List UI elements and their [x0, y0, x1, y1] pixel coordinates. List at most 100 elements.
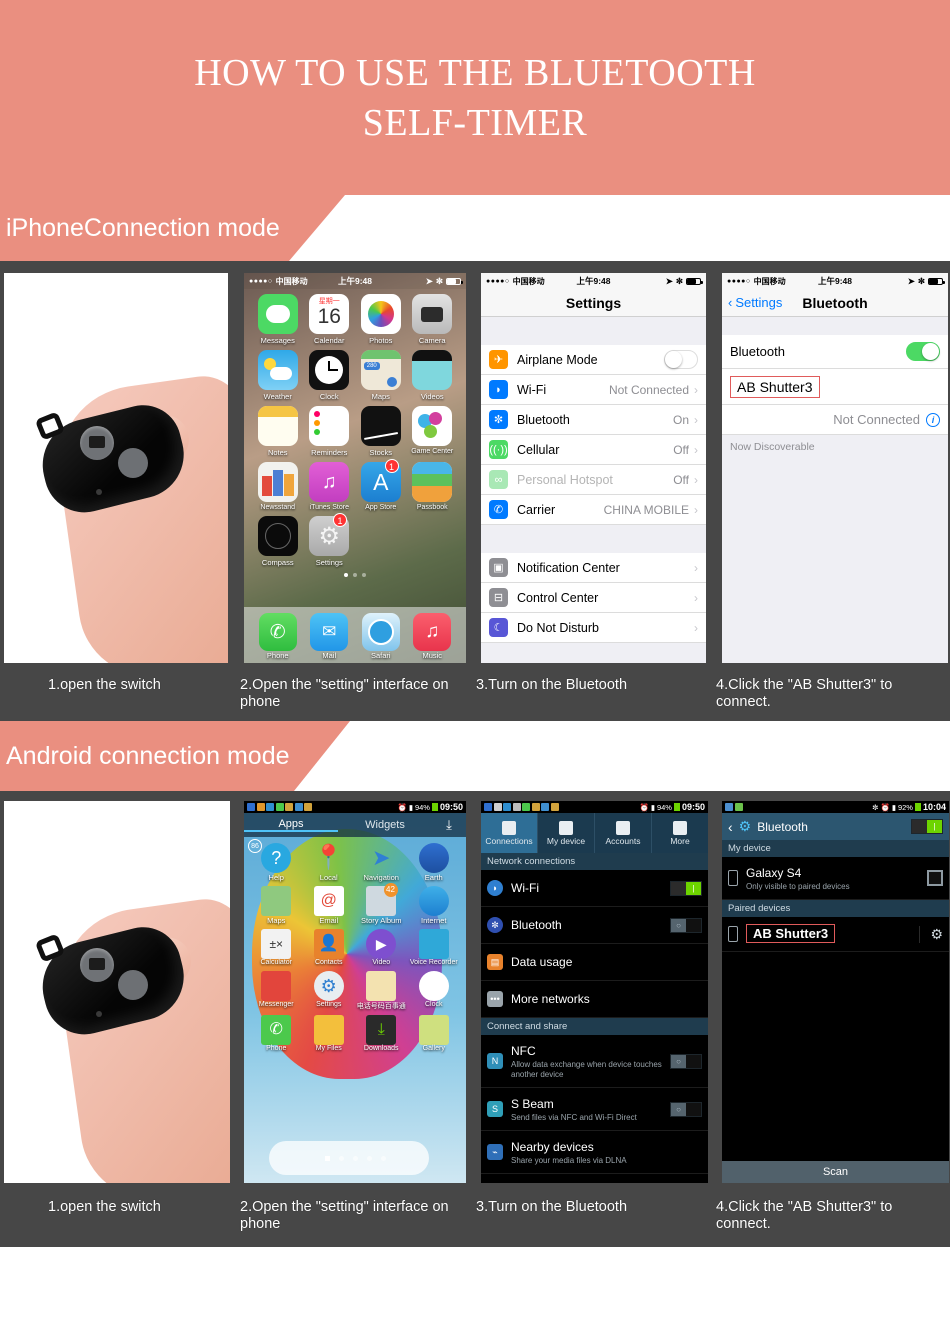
app-icon-contacts[interactable]: 👤 Contacts: [303, 929, 356, 967]
settings-row-airplane-mode[interactable]: ✈ Airplane Mode: [481, 345, 706, 375]
app-icon-maps[interactable]: 280 Maps: [355, 350, 407, 401]
settings-row-nfc[interactable]: N NFC Allow data exchange when device to…: [481, 1035, 708, 1088]
app-icon-video[interactable]: ▶ Video: [355, 929, 408, 967]
app-icon-clock[interactable]: Clock: [408, 971, 461, 1011]
app-icon-compass[interactable]: Compass: [252, 516, 304, 567]
ios-bluetooth-screen[interactable]: ●●●●○ 中国移动 上午9:48 ➤ ✼ ‹ Settings Bluetoo…: [722, 273, 948, 663]
app-icon-photos[interactable]: Photos: [355, 294, 407, 345]
page-title: HOW TO USE THE BLUETOOTH SELF-TIMER: [125, 48, 825, 148]
dock-icon-safari[interactable]: Safari: [355, 613, 407, 663]
app-icon-gallery[interactable]: Gallery: [408, 1015, 461, 1052]
settings-row-s-beam[interactable]: S S Beam Send files via NFC and Wi-Fi Di…: [481, 1088, 708, 1131]
app-icon-calendar[interactable]: 星期一 16 Calendar: [304, 294, 356, 345]
settings-row-bluetooth[interactable]: ✼ Bluetooth On ›: [481, 405, 706, 435]
app-label: Calculator: [260, 959, 292, 966]
android-bluetooth-screen[interactable]: ✼ ⏰ ▮ 92% 10:04 ‹ ⚙ Bluetooth | My devic…: [722, 801, 949, 1183]
settings-row-control-center[interactable]: ⊟ Control Center ›: [481, 583, 706, 613]
download-icon[interactable]: ⤓: [432, 817, 466, 833]
settings-row-wifi[interactable]: ◗ Wi-Fi |: [481, 870, 708, 907]
paired-device-name-highlight[interactable]: AB Shutter3: [746, 924, 836, 943]
settings-row-personal-hotspot[interactable]: ∞ Personal Hotspot Off ›: [481, 465, 706, 495]
android-panel-apps: ⏰ ▮ 94% 09:50 Apps Widgets ⤓ 86 ? Help 📍 L…: [240, 801, 476, 1183]
my-device-row[interactable]: Galaxy S4 Only visible to paired devices: [722, 857, 949, 900]
ios-home-screen[interactable]: ●●●●○ 中国移动 上午9:48 ➤ ✼ Messages 星期一 16 Ca…: [244, 273, 466, 663]
app-icon-camera[interactable]: Camera: [407, 294, 459, 345]
app-icon-reminders[interactable]: Reminders: [304, 406, 356, 457]
app-icon-yellowpages[interactable]: 电话号码百事通: [355, 971, 408, 1011]
app-icon-internet[interactable]: Internet: [408, 886, 461, 925]
settings-row-bluetooth[interactable]: ✼ Bluetooth ○: [481, 907, 708, 944]
tab-accounts[interactable]: Accounts: [595, 813, 652, 853]
ios-settings-screen[interactable]: ●●●●○ 中国移动 上午9:48 ➤ ✼ Settings ✈ Airplan…: [481, 273, 706, 663]
app-icon-weather[interactable]: Weather: [252, 350, 304, 401]
bluetooth-toggle-row[interactable]: Bluetooth: [722, 335, 948, 369]
app-icon-messages[interactable]: Messages: [252, 294, 304, 345]
caption-step1: 1.open the switch: [48, 677, 161, 693]
app-icon-game-center[interactable]: Game Center: [407, 406, 459, 457]
app-icon-help[interactable]: ? Help: [250, 843, 303, 882]
bluetooth-toggle[interactable]: |: [911, 819, 943, 834]
tab-my-device[interactable]: My device: [538, 813, 595, 853]
app-icon-stocks[interactable]: Stocks: [355, 406, 407, 457]
airplane-mode-toggle[interactable]: [664, 350, 698, 369]
visibility-checkbox[interactable]: [927, 870, 943, 886]
app-icon-navigation[interactable]: ➤ Navigation: [355, 843, 408, 882]
tab-widgets[interactable]: Widgets: [338, 819, 432, 831]
app-icon-itunes-store[interactable]: ♫ iTunes Store: [304, 462, 356, 511]
paired-device-row[interactable]: AB Shutter3 ⚙: [722, 917, 949, 952]
app-icon-clock[interactable]: Clock: [304, 350, 356, 401]
settings-row-more-networks[interactable]: ••• More networks: [481, 981, 708, 1018]
device-name-highlight[interactable]: AB Shutter3: [730, 375, 820, 398]
app-icon-phone[interactable]: ✆ Phone: [250, 1015, 303, 1052]
android-settings-screen[interactable]: ⏰ ▮ 94% 09:50 Connections My device Acco…: [481, 801, 708, 1183]
app-icon-app-store[interactable]: A 1 App Store: [355, 459, 407, 511]
app-icon-maps[interactable]: Maps: [250, 886, 303, 925]
settings-row-nearby-devices[interactable]: ⌁ Nearby devices Share your media files …: [481, 1131, 708, 1174]
app-icon-downloads[interactable]: ⤓ Downloads: [355, 1015, 408, 1052]
dock-icon-mail[interactable]: ✉ Mail: [304, 613, 356, 663]
tab-connections[interactable]: Connections: [481, 813, 538, 853]
settings-row-cellular[interactable]: ((·)) Cellular Off ›: [481, 435, 706, 465]
back-arrow-icon[interactable]: ‹: [728, 819, 733, 835]
settings-row-wifi[interactable]: ◗ Wi-Fi Not Connected ›: [481, 375, 706, 405]
settings-row-do-not-disturb[interactable]: ☾ Do Not Disturb ›: [481, 613, 706, 643]
app-icon-newsstand[interactable]: Newsstand: [252, 462, 304, 511]
app-label: Calendar: [314, 336, 345, 345]
app-icon-settings[interactable]: ⚙ 1 Settings: [304, 513, 356, 567]
info-icon[interactable]: i: [926, 412, 940, 427]
app-icon-passbook[interactable]: Passbook: [407, 462, 459, 511]
bluetooth-toggle[interactable]: ○: [670, 917, 702, 933]
bluetooth-toggle[interactable]: [906, 342, 940, 361]
app-icon-story-album[interactable]: 42 Story Album: [355, 883, 408, 925]
app-icon-notes[interactable]: Notes: [252, 406, 304, 457]
bluetooth-device-row[interactable]: AB Shutter3: [722, 369, 948, 405]
app-icon-local[interactable]: 📍 Local: [303, 843, 356, 882]
settings-row-notification-center[interactable]: ▣ Notification Center ›: [481, 553, 706, 583]
wifi-toggle[interactable]: |: [670, 880, 702, 896]
app-icon-email[interactable]: @ Email: [303, 886, 356, 925]
tab-more[interactable]: More: [652, 813, 708, 853]
clock-icon: [309, 350, 350, 390]
app-icon-videos[interactable]: Videos: [407, 350, 459, 401]
app-icon-my-files[interactable]: My Files: [303, 1015, 356, 1052]
row-text: More networks: [511, 990, 702, 1008]
app-icon-messenger[interactable]: Messenger: [250, 971, 303, 1011]
tab-apps[interactable]: Apps: [244, 818, 338, 832]
back-button[interactable]: ‹ Settings: [728, 295, 782, 310]
nfc-toggle[interactable]: ○: [670, 1053, 702, 1069]
scan-button[interactable]: Scan: [722, 1161, 949, 1183]
bluetooth-device-status-row[interactable]: Not Connected i: [722, 405, 948, 435]
device-settings-gear-icon[interactable]: ⚙: [919, 925, 943, 943]
signal-icon: ▮: [891, 802, 896, 812]
settings-row-data-usage[interactable]: ▤ Data usage: [481, 944, 708, 981]
app-icon-settings[interactable]: ⚙ Settings: [303, 971, 356, 1011]
app-icon-voice-recorder[interactable]: Voice Recorder: [408, 929, 461, 967]
status-time: 10:04: [922, 802, 946, 812]
dock-icon-phone[interactable]: ✆ Phone: [252, 613, 304, 663]
dock-icon-music[interactable]: ♫ Music: [407, 613, 459, 663]
settings-row-carrier[interactable]: ✆ Carrier CHINA MOBILE ›: [481, 495, 706, 525]
app-icon-calculator[interactable]: ±× Calculator: [250, 929, 303, 967]
app-icon-earth[interactable]: Earth: [408, 843, 461, 882]
s-beam-toggle[interactable]: ○: [670, 1101, 702, 1117]
android-apps-screen[interactable]: ⏰ ▮ 94% 09:50 Apps Widgets ⤓ 86 ? Help 📍 L…: [244, 801, 466, 1183]
